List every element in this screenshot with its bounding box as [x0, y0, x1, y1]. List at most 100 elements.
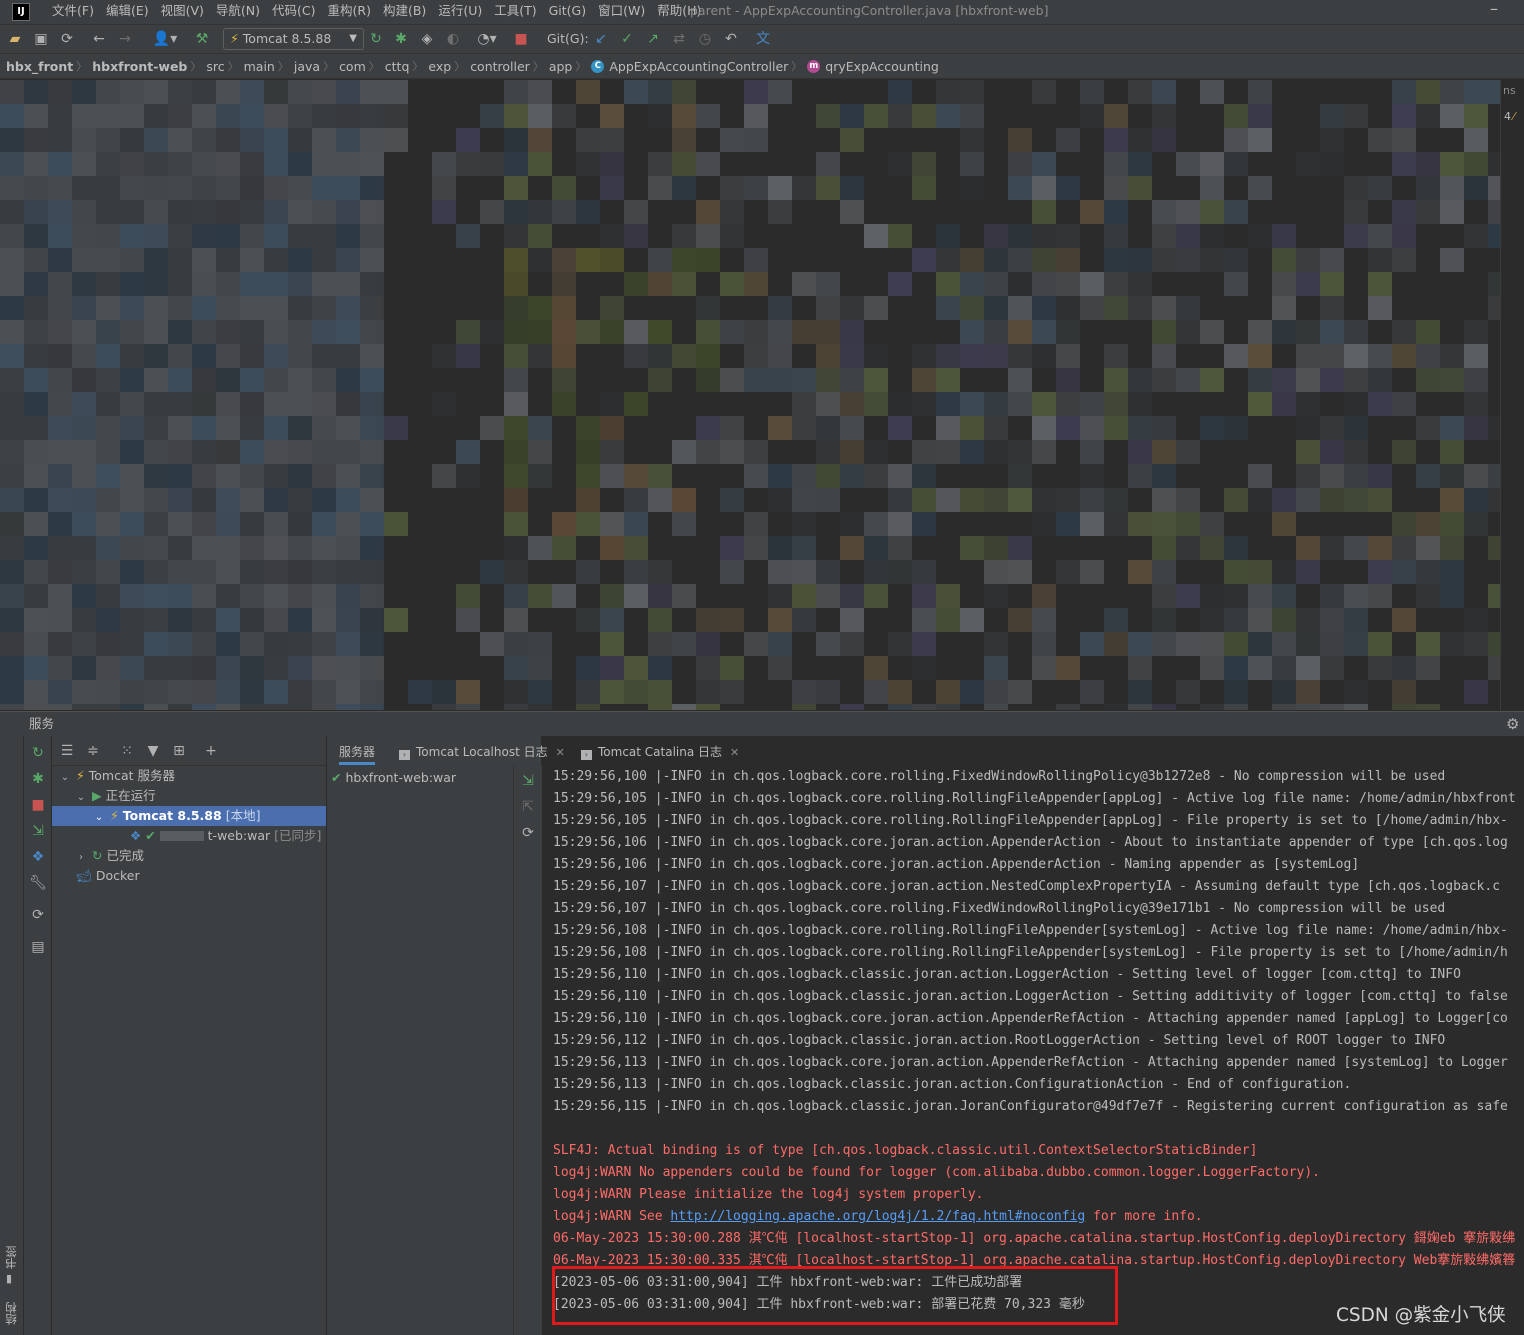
console-output[interactable]: 15:29:56,100 |-INFO in ch.qos.logback.co…: [542, 766, 1524, 1335]
breadcrumb-item[interactable]: src: [206, 59, 224, 74]
menu-edit[interactable]: 编辑(E): [100, 0, 155, 24]
synchronize-icon[interactable]: ⟳: [58, 30, 76, 48]
console-line: 15:29:56,108 |-INFO in ch.qos.logback.co…: [553, 942, 1508, 964]
refresh-icon[interactable]: ⟳: [29, 906, 47, 924]
breadcrumb-item[interactable]: app: [549, 59, 573, 74]
console-line-text: 15:29:56,113 |-INFO in ch.qos.logback.cl…: [553, 1077, 1352, 1092]
code-editor-redacted[interactable]: [0, 80, 1524, 710]
menu-file[interactable]: 文件(F): [46, 0, 100, 24]
console-line: 15:29:56,110 |-INFO in ch.qos.logback.cl…: [553, 986, 1508, 1008]
filter-icon[interactable]: ▼: [144, 742, 162, 760]
rollback-icon[interactable]: ↶: [722, 30, 740, 48]
tree-node-label: 已完成: [106, 848, 144, 863]
breadcrumb-item[interactable]: hbxfront-web: [92, 59, 187, 74]
minimize-button[interactable]: –: [1484, 0, 1504, 22]
breadcrumb-item[interactable]: cttq: [385, 59, 410, 74]
chevron-right-icon: 〉: [323, 60, 335, 73]
breadcrumb-class[interactable]: C AppExpAccountingController: [591, 59, 788, 74]
menu-window[interactable]: 窗口(W): [592, 0, 651, 24]
console-link[interactable]: http://logging.apache.org/log4j/1.2/faq.…: [670, 1209, 1085, 1224]
tree-node-finished[interactable]: › ↻ 已完成: [52, 846, 326, 866]
rerun-icon[interactable]: ↻: [29, 744, 47, 762]
group-by-icon[interactable]: ⁙: [118, 742, 136, 760]
collapse-all-icon[interactable]: ≑: [84, 742, 102, 760]
git-push-icon[interactable]: ↗: [644, 30, 662, 48]
breadcrumb-item[interactable]: controller: [470, 59, 530, 74]
breadcrumb-item[interactable]: main: [244, 59, 275, 74]
tree-node-tomcat-instance[interactable]: ⌄ ⚡ Tomcat 8.5.88 [本地]: [52, 806, 326, 826]
forward-icon[interactable]: →: [116, 30, 134, 48]
deploy-icon[interactable]: ⇲: [29, 822, 47, 840]
git-update-icon[interactable]: ↙: [592, 30, 610, 48]
refresh-icon[interactable]: ⟳: [519, 824, 537, 842]
tab-localhost-log[interactable]: › Tomcat Localhost 日志 ✕: [399, 740, 565, 765]
deployment-item[interactable]: ✔ hbxfront-web:war: [331, 768, 456, 788]
docker-icon: 🐋︎: [76, 868, 92, 883]
breadcrumb-item[interactable]: java: [294, 59, 320, 74]
tab-server[interactable]: 服务器: [339, 740, 376, 765]
console-line: 15:29:56,107 |-INFO in ch.qos.logback.co…: [553, 898, 1445, 920]
console-line-text: 15:29:56,113 |-INFO in ch.qos.logback.co…: [553, 1055, 1508, 1070]
menu-run[interactable]: 运行(U): [432, 0, 488, 24]
editor-scroll-markers: ns 4 ⁄: [1500, 80, 1524, 710]
back-icon[interactable]: ←: [90, 30, 108, 48]
menu-git[interactable]: Git(G): [543, 0, 593, 24]
stop-icon[interactable]: ■: [29, 796, 47, 814]
menu-refactor[interactable]: 重构(R): [322, 0, 377, 24]
tab-catalina-log[interactable]: › Tomcat Catalina 日志 ✕: [581, 740, 739, 765]
tomcat-icon: ⚡: [109, 808, 119, 823]
save-all-icon[interactable]: ▣: [32, 30, 50, 48]
new-tab-icon[interactable]: ⊞: [170, 742, 188, 760]
run-configuration-select[interactable]: ⚡ Tomcat 8.5.88 ▼: [223, 28, 364, 50]
more-run-actions-icon[interactable]: ◔▾: [470, 30, 504, 48]
bookmarks-tab[interactable]: 书签: [3, 1246, 19, 1269]
gear-icon[interactable]: ⚙: [1506, 715, 1519, 733]
coverage-shield-icon[interactable]: ◈: [418, 30, 436, 48]
console-line: log4j:WARN See http://logging.apache.org…: [553, 1206, 1203, 1228]
menu-code[interactable]: 代码(C): [266, 0, 321, 24]
breadcrumb-item[interactable]: exp: [428, 59, 451, 74]
chevron-right-icon: ›: [79, 852, 83, 863]
close-icon[interactable]: ✕: [556, 746, 565, 759]
tab-label: Tomcat Catalina 日志: [598, 745, 723, 759]
console-line: 15:29:56,105 |-INFO in ch.qos.logback.co…: [553, 788, 1516, 810]
debug-bug-icon[interactable]: ✱: [392, 30, 410, 48]
structure-tab[interactable]: 结构: [3, 1302, 19, 1325]
git-history-icon[interactable]: ◷: [696, 30, 714, 48]
tree-node-artifact[interactable]: ❖ ✔ t-web:war [已同步]: [52, 826, 326, 846]
artifacts-icon[interactable]: ❖: [29, 848, 47, 866]
debug-bug-icon[interactable]: ✱: [29, 770, 47, 788]
deploy-icon[interactable]: ⇲: [519, 772, 537, 790]
breadcrumb-item[interactable]: com: [339, 59, 366, 74]
menu-tools[interactable]: 工具(T): [488, 0, 542, 24]
expand-all-icon[interactable]: ☰: [58, 742, 76, 760]
redacted-text: [159, 831, 204, 841]
add-service-icon[interactable]: +: [202, 742, 220, 760]
profiler-icon[interactable]: ◐: [444, 30, 462, 48]
warning-icon: ⁄: [1513, 110, 1515, 123]
console-line-text: 15:29:56,115 |-INFO in ch.qos.logback.cl…: [553, 1099, 1508, 1114]
undeploy-icon[interactable]: ⇱: [519, 798, 537, 816]
translate-icon[interactable]: 文: [754, 30, 772, 48]
open-folder-icon[interactable]: ▰: [6, 30, 24, 48]
tree-node-docker[interactable]: 🐋︎ Docker: [52, 866, 326, 886]
layout-icon[interactable]: ▤: [29, 938, 47, 956]
rerun-icon[interactable]: ↻: [367, 30, 385, 48]
menu-navigate[interactable]: 导航(N): [210, 0, 266, 24]
console-line: 15:29:56,106 |-INFO in ch.qos.logback.co…: [553, 854, 1359, 876]
stop-icon[interactable]: ■: [512, 30, 530, 48]
close-icon[interactable]: ✕: [730, 746, 739, 759]
services-tool-window-header: 服务 ⚙: [0, 711, 1524, 737]
git-commit-icon[interactable]: ✓: [618, 30, 636, 48]
tree-node-tomcat-servers[interactable]: ⌄ ⚡ Tomcat 服务器: [52, 766, 326, 786]
wrench-icon[interactable]: 🔧︎: [29, 874, 47, 892]
git-compare-icon[interactable]: ⇄: [670, 30, 688, 48]
breadcrumb-method[interactable]: m qryExpAccounting: [807, 59, 939, 74]
vcs-user-icon[interactable]: 👤▾: [150, 30, 180, 48]
tree-node-running[interactable]: ⌄ ▶ 正在运行: [52, 786, 326, 806]
breadcrumb-item[interactable]: hbx_front: [6, 59, 73, 74]
build-hammer-icon[interactable]: ⚒: [193, 30, 211, 48]
menu-build[interactable]: 构建(B): [377, 0, 432, 24]
console-line: log4j:WARN Please initialize the log4j s…: [553, 1184, 983, 1206]
menu-view[interactable]: 视图(V): [155, 0, 210, 24]
